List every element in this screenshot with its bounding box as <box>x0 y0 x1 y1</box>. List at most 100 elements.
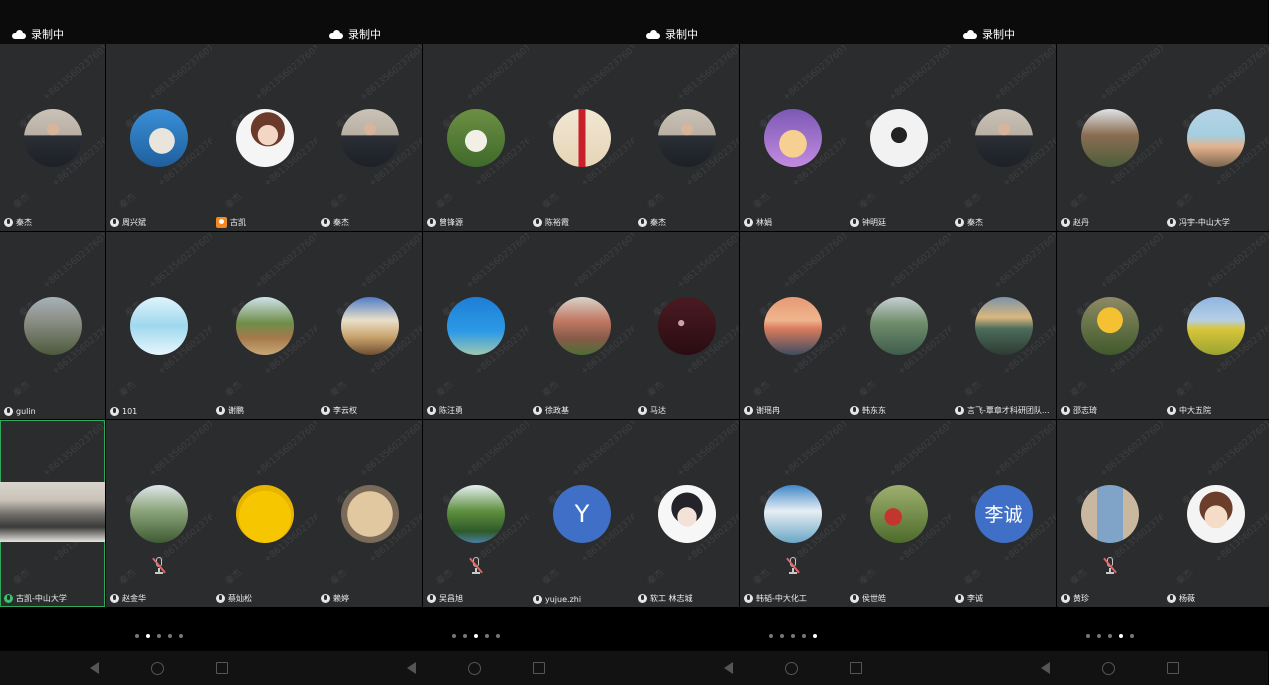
participant-tile[interactable]: +8613560237601秦杰+8613560237601秦杰谢鹏 <box>212 232 318 419</box>
watermark-text: 秦杰 <box>11 380 33 400</box>
participant-tile[interactable]: +8613560237601秦杰+8613560237601秦杰赵金华 <box>106 420 212 607</box>
watermark-text: +8613560237601 <box>147 420 212 480</box>
mic-icon <box>110 218 119 227</box>
recent-apps-icon[interactable] <box>532 662 545 674</box>
participant-tile[interactable]: +8613560237601秦杰+8613560237601秦杰赖婷 <box>317 420 422 607</box>
page-indicator[interactable] <box>951 628 1268 644</box>
participant-tile[interactable]: +8613560237601秦杰+8613560237601秦杰陈裕霞 <box>529 44 635 231</box>
participant-tile[interactable]: +8613560237601秦杰+8613560237601秦杰秦杰 <box>634 44 739 231</box>
participant-tile[interactable]: +8613560237601秦杰+8613560237601秦杰韩韬-中大化工 <box>740 420 846 607</box>
mic-icon <box>850 406 859 415</box>
participant-tile[interactable]: +8613560237601秦杰+8613560237601秦杰Yyujue.z… <box>529 420 635 607</box>
recording-indicator[interactable]: 录制中 <box>329 26 381 42</box>
participant-tile[interactable]: +8613560237601秦杰+8613560237601秦杰邵志琦 <box>1057 232 1163 419</box>
participant-tile[interactable]: +8613560237601秦杰+8613560237601秦杰侯世皓 <box>846 420 952 607</box>
participant-tile[interactable]: +8613560237601秦杰+8613560237601秦杰冯宇-中山大学 <box>1163 44 1269 231</box>
watermark-text: +8613560237601 <box>675 44 739 104</box>
participant-tile[interactable]: +8613560237601秦杰+8613560237601秦杰陈汪勇 <box>423 232 529 419</box>
participant-name: 秦杰 <box>16 218 32 227</box>
back-icon[interactable] <box>1040 662 1050 674</box>
participant-tile[interactable]: +8613560237601秦杰+8613560237601秦杰韩东东 <box>846 232 952 419</box>
page-dot[interactable] <box>178 634 183 638</box>
participant-tile[interactable]: +8613560237601秦杰+8613560237601秦杰秦杰 <box>951 44 1056 231</box>
participant-tile[interactable]: +8613560237601秦杰+8613560237601秦杰徐政基 <box>529 232 635 419</box>
participant-tile[interactable]: +8613560237601秦杰+8613560237601秦杰101 <box>106 232 212 419</box>
participant-tile[interactable]: +8613560237601秦杰+8613560237601秦杰蔡灿松 <box>212 420 318 607</box>
participant-name-bar: 中大五院 <box>1167 405 1211 416</box>
participant-tile[interactable]: +8613560237601秦杰+8613560237601秦杰中大五院 <box>1163 232 1269 419</box>
participant-grid: +8613560237601秦杰+8613560237601秦杰秦杰+86135… <box>0 44 318 607</box>
meeting-panel-3: 录制中+8613560237601秦杰+8613560237601秦杰秦杰+86… <box>634 0 952 685</box>
page-dot[interactable] <box>1118 634 1123 638</box>
page-dot[interactable] <box>156 634 161 638</box>
participant-tile[interactable]: +8613560237601秦杰+8613560237601秦杰杨薇 <box>1163 420 1269 607</box>
recent-apps-icon[interactable] <box>849 662 862 674</box>
participant-tile[interactable]: +8613560237601秦杰+8613560237601秦杰李云权 <box>317 232 422 419</box>
page-dot[interactable] <box>801 634 806 638</box>
page-dot[interactable] <box>1096 634 1101 638</box>
participant-name: 冯宇-中山大学 <box>1179 218 1230 227</box>
participant-tile[interactable]: +8613560237601秦杰+8613560237601秦杰赵丹 <box>1057 44 1163 231</box>
participant-tile[interactable]: +8613560237601秦杰+8613560237601秦杰软工 林志城 <box>634 420 739 607</box>
back-icon[interactable] <box>89 662 99 674</box>
participant-tile[interactable]: +8613560237601秦杰+8613560237601秦杰谢瑶冉 <box>740 232 846 419</box>
mic-icon <box>110 594 119 603</box>
page-dot[interactable] <box>790 634 795 638</box>
page-dot[interactable] <box>167 634 172 638</box>
page-dot[interactable] <box>779 634 784 638</box>
participant-tile[interactable]: +8613560237601秦杰+8613560237601秦杰钟明廷 <box>846 44 952 231</box>
page-dot[interactable] <box>1129 634 1134 638</box>
back-icon[interactable] <box>406 662 416 674</box>
participant-tile[interactable]: +8613560237601秦杰+8613560237601秦杰曾锋源 <box>423 44 529 231</box>
page-indicator[interactable] <box>0 628 317 644</box>
participant-tile[interactable]: +8613560237601秦杰+8613560237601秦杰秦杰 <box>0 44 105 231</box>
page-dot[interactable] <box>495 634 500 638</box>
participant-tile[interactable]: +8613560237601秦杰+8613560237601秦杰吴昌旭 <box>423 420 529 607</box>
participant-tile[interactable]: +8613560237601秦杰+8613560237601秦杰秦杰 <box>317 44 422 231</box>
page-dot[interactable] <box>462 634 467 638</box>
participant-name: 古凯 <box>230 218 246 227</box>
participant-tile[interactable]: +8613560237601秦杰+8613560237601秦杰言飞-覃章才科研… <box>951 232 1056 419</box>
page-dot[interactable] <box>1107 634 1112 638</box>
page-dot[interactable] <box>812 634 817 638</box>
participant-tile[interactable]: +8613560237601秦杰+8613560237601秦杰林娟 <box>740 44 846 231</box>
participant-name-bar: 邵志琦 <box>1061 405 1097 416</box>
home-icon[interactable] <box>1101 661 1115 675</box>
cloud-icon <box>329 29 343 39</box>
recording-indicator[interactable]: 录制中 <box>646 26 698 42</box>
page-indicator[interactable] <box>634 628 951 644</box>
android-nav-bar <box>317 651 634 685</box>
recording-indicator[interactable]: 录制中 <box>12 26 64 42</box>
mic-icon <box>1167 594 1176 603</box>
participant-tile[interactable]: +8613560237601秦杰+8613560237601秦杰黄珍 <box>1057 420 1163 607</box>
participant-tile[interactable]: +8613560237601秦杰+8613560237601秦杰马达 <box>634 232 739 419</box>
cloud-icon <box>12 29 26 39</box>
page-dot[interactable] <box>473 634 478 638</box>
watermark-text: 秦杰 <box>1068 380 1090 400</box>
recent-apps-icon[interactable] <box>1166 662 1179 674</box>
host-user-icon <box>216 217 227 228</box>
mic-icon <box>955 406 964 415</box>
home-icon[interactable] <box>150 661 164 675</box>
participant-tile[interactable]: +8613560237601秦杰+8613560237601秦杰gulin <box>0 232 105 419</box>
page-dot[interactable] <box>145 634 150 638</box>
page-dot[interactable] <box>1085 634 1090 638</box>
page-indicator[interactable] <box>317 628 634 644</box>
page-dot[interactable] <box>484 634 489 638</box>
page-dot[interactable] <box>134 634 139 638</box>
page-dot[interactable] <box>768 634 773 638</box>
home-icon[interactable] <box>784 661 798 675</box>
recording-indicator[interactable]: 录制中 <box>963 26 1015 42</box>
participant-tile[interactable]: +8613560237601秦杰+8613560237601秦杰古凯-中山大学 <box>0 420 105 607</box>
page-dot[interactable] <box>451 634 456 638</box>
home-icon[interactable] <box>467 661 481 675</box>
participant-tile[interactable]: +8613560237601秦杰+8613560237601秦杰周兴斌 <box>106 44 212 231</box>
watermark-text: 秦杰 <box>1174 192 1196 212</box>
participant-avatar <box>1081 484 1139 543</box>
participant-tile[interactable]: +8613560237601秦杰+8613560237601秦杰李诚李诚 <box>951 420 1056 607</box>
participant-name: 赵丹 <box>1073 218 1089 227</box>
mic-icon <box>638 594 647 603</box>
recent-apps-icon[interactable] <box>215 662 228 674</box>
participant-tile[interactable]: +8613560237601秦杰+8613560237601秦杰古凯 <box>212 44 318 231</box>
back-icon[interactable] <box>723 662 733 674</box>
